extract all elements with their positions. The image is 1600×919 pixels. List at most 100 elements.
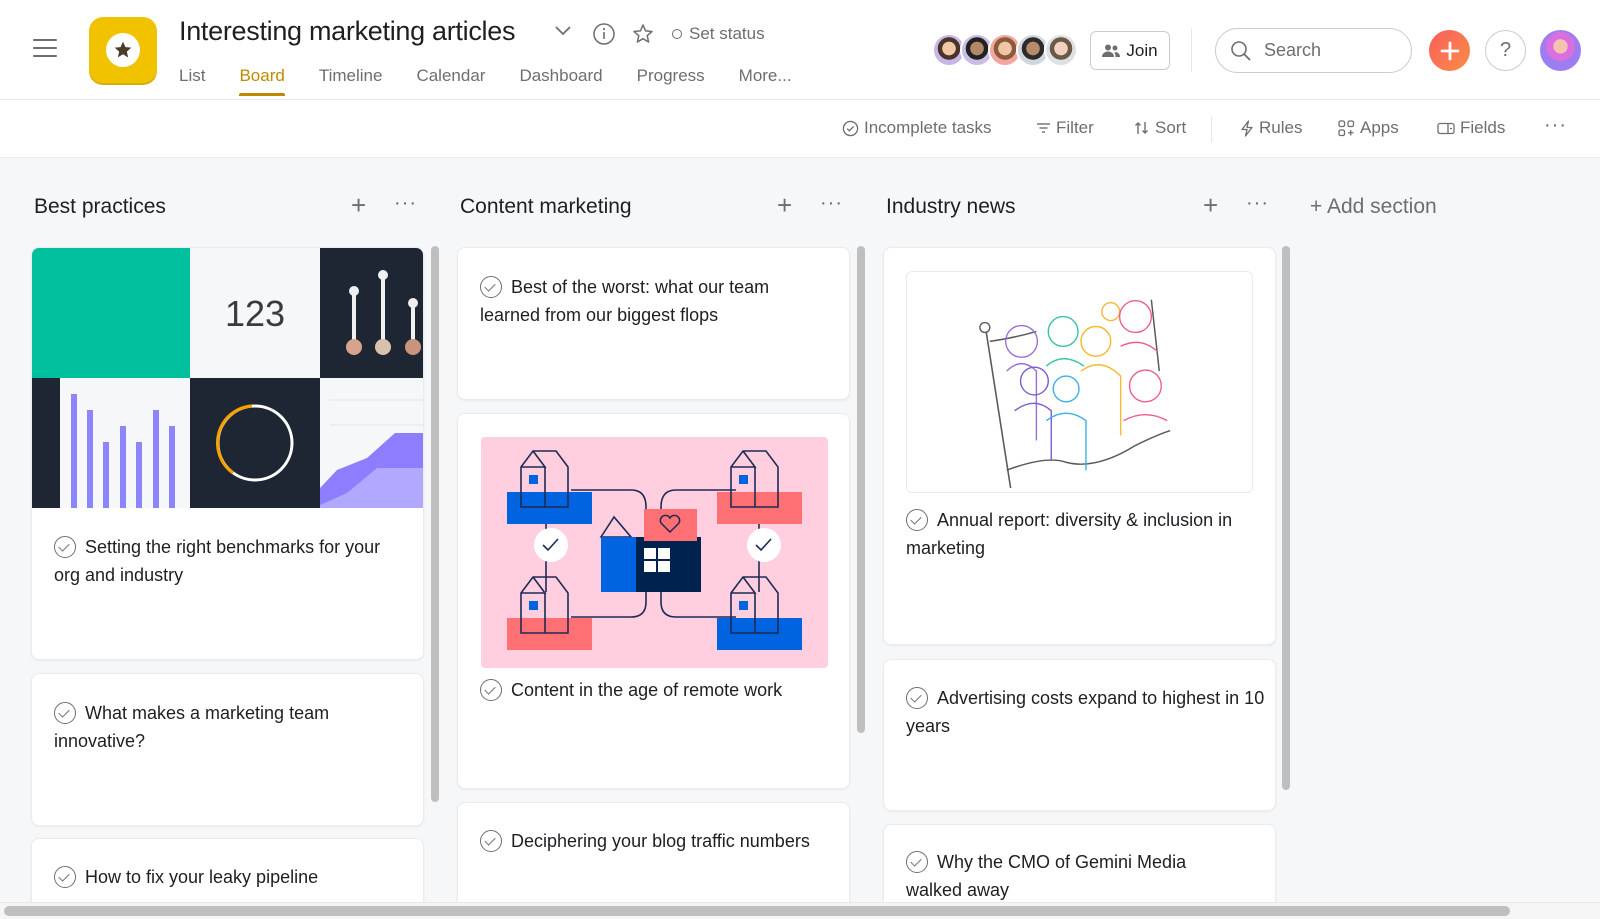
avatar[interactable]: [1044, 33, 1078, 67]
apps-label: Apps: [1360, 118, 1399, 137]
task-card[interactable]: What makes a marketing team innovative?: [31, 673, 424, 826]
set-status-label: Set status: [689, 24, 765, 43]
tab-timeline[interactable]: Timeline: [319, 66, 383, 96]
lightning-icon: [1241, 119, 1253, 137]
column-title[interactable]: Best practices: [34, 195, 166, 219]
tab-board[interactable]: Board: [239, 66, 286, 96]
set-status-button[interactable]: Set status: [672, 24, 765, 44]
join-button[interactable]: Join: [1090, 31, 1170, 70]
complete-checkbox[interactable]: [906, 509, 928, 531]
task-card[interactable]: Annual report: diversity & inclusion in …: [883, 247, 1276, 645]
sort-label: Sort: [1155, 118, 1187, 137]
complete-checkbox[interactable]: [906, 851, 928, 873]
project-icon[interactable]: [89, 17, 157, 83]
sort-button[interactable]: Sort: [1134, 118, 1186, 138]
help-button[interactable]: ?: [1485, 30, 1526, 71]
task-title: Advertising costs expand to highest in 1…: [906, 684, 1266, 740]
complete-checkbox[interactable]: [54, 866, 76, 888]
add-task-icon[interactable]: +: [1203, 192, 1218, 218]
apps-icon: [1338, 119, 1355, 136]
star-outline-icon[interactable]: [631, 22, 655, 46]
board-toolbar: Incomplete tasks Filter Sort Rules Apps …: [0, 100, 1600, 158]
sort-icon: [1135, 122, 1148, 134]
tab-progress[interactable]: Progress: [637, 66, 705, 96]
user-avatar[interactable]: [1540, 30, 1581, 71]
plus-icon: [1440, 41, 1459, 60]
complete-checkbox[interactable]: [54, 702, 76, 724]
task-title-text: Content in the age of remote work: [511, 680, 783, 700]
task-card[interactable]: Content in the age of remote work: [457, 413, 850, 789]
complete-checkbox[interactable]: [906, 687, 928, 709]
cover-image-dashboard-collage: 123: [32, 248, 423, 508]
task-title-text: Deciphering your blog traffic numbers: [511, 831, 810, 851]
toolbar-divider: [1211, 116, 1212, 142]
task-title: Why the CMO of Gemini Media walked away: [906, 848, 1236, 904]
menu-icon[interactable]: [33, 38, 57, 58]
column-scrollbar[interactable]: [1282, 246, 1290, 790]
search-icon: [1231, 40, 1251, 61]
fields-label: Fields: [1460, 118, 1506, 137]
filter-label: Filter: [1056, 118, 1094, 137]
more-options-button[interactable]: ···: [1544, 114, 1567, 137]
task-card[interactable]: Deciphering your blog traffic numbers: [457, 802, 850, 918]
incomplete-tasks-label: Incomplete tasks: [864, 118, 992, 137]
task-title-text: Annual report: diversity & inclusion in …: [906, 510, 1233, 558]
task-title: What makes a marketing team innovative?: [54, 699, 394, 755]
complete-checkbox[interactable]: [480, 679, 502, 701]
task-card[interactable]: Advertising costs expand to highest in 1…: [883, 659, 1276, 811]
incomplete-tasks-button[interactable]: Incomplete tasks: [842, 118, 992, 138]
column-title[interactable]: Industry news: [886, 195, 1016, 219]
rules-button[interactable]: Rules: [1240, 118, 1302, 138]
task-title: Best of the worst: what our team learned…: [480, 273, 810, 329]
complete-checkbox[interactable]: [480, 830, 502, 852]
column-more-icon[interactable]: ···: [394, 192, 417, 215]
task-title: Setting the right benchmarks for your or…: [54, 533, 404, 589]
top-bar: Interesting marketing articles Set statu…: [0, 0, 1600, 100]
tab-list[interactable]: List: [179, 66, 205, 96]
task-title: Deciphering your blog traffic numbers: [480, 827, 840, 855]
fields-icon: [1437, 122, 1455, 134]
people-icon: [1102, 44, 1121, 57]
task-title-text: Advertising costs expand to highest in 1…: [906, 688, 1265, 736]
fields-button[interactable]: Fields: [1437, 118, 1505, 138]
tab-calendar[interactable]: Calendar: [416, 66, 485, 96]
task-card[interactable]: Best of the worst: what our team learned…: [457, 247, 850, 400]
quick-add-button[interactable]: [1429, 30, 1470, 71]
task-title-text: What makes a marketing team innovative?: [54, 703, 330, 751]
task-title: How to fix your leaky pipeline: [54, 863, 404, 891]
complete-checkbox[interactable]: [54, 536, 76, 558]
cover-number: 123: [225, 293, 285, 334]
horizontal-scrollbar[interactable]: [4, 906, 1510, 916]
view-tabs: List Board Timeline Calendar Dashboard P…: [179, 66, 826, 96]
project-title[interactable]: Interesting marketing articles: [179, 16, 515, 47]
add-task-icon[interactable]: +: [777, 192, 792, 218]
project-members[interactable]: [932, 33, 1078, 67]
task-card[interactable]: 123 Setting the right benchmarks for you…: [31, 247, 424, 660]
tab-more[interactable]: More...: [739, 66, 792, 96]
search-box[interactable]: [1215, 28, 1412, 73]
add-section-button[interactable]: + Add section: [1310, 195, 1437, 219]
task-title-text: Best of the worst: what our team learned…: [480, 277, 770, 325]
task-title-text: How to fix your leaky pipeline: [85, 867, 319, 887]
task-title: Annual report: diversity & inclusion in …: [906, 506, 1266, 562]
column-more-icon[interactable]: ···: [820, 192, 843, 215]
cover-image-houses-network: [481, 437, 828, 668]
column-title[interactable]: Content marketing: [460, 195, 632, 219]
search-input[interactable]: [1264, 40, 1384, 61]
column-scrollbar[interactable]: [431, 246, 439, 802]
divider: [1191, 28, 1192, 72]
add-task-icon[interactable]: +: [351, 192, 366, 218]
apps-button[interactable]: Apps: [1338, 118, 1399, 138]
column-more-icon[interactable]: ···: [1246, 192, 1269, 215]
column-scrollbar[interactable]: [857, 246, 865, 733]
tab-dashboard[interactable]: Dashboard: [519, 66, 602, 96]
filter-button[interactable]: Filter: [1036, 118, 1094, 138]
join-label: Join: [1126, 40, 1158, 60]
star-icon: [106, 33, 140, 67]
chevron-down-icon[interactable]: [554, 25, 572, 37]
check-circle-icon: [842, 120, 859, 136]
info-icon[interactable]: [592, 22, 616, 46]
complete-checkbox[interactable]: [480, 276, 502, 298]
rules-label: Rules: [1259, 118, 1303, 137]
task-title-text: Setting the right benchmarks for your or…: [54, 537, 381, 585]
